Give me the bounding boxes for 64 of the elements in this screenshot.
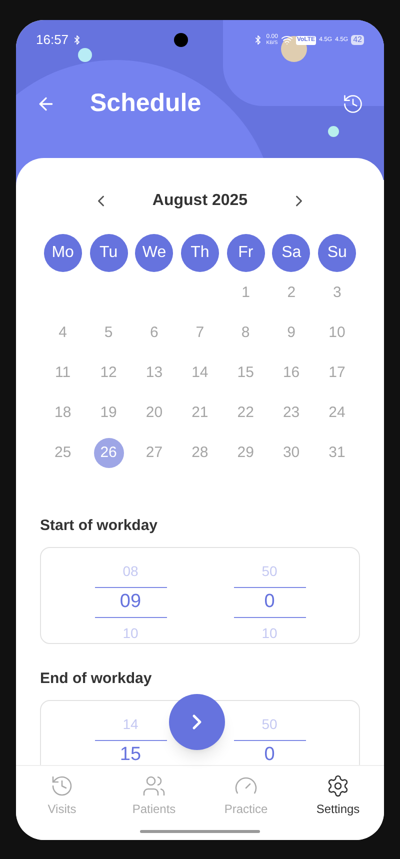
calendar-day[interactable]: 3 xyxy=(322,278,352,308)
settings-icon xyxy=(326,774,350,798)
people-icon xyxy=(142,774,166,798)
calendar-day[interactable]: 23 xyxy=(276,398,306,428)
calendar-day[interactable]: 31 xyxy=(322,438,352,468)
weekday-label: Th xyxy=(180,234,219,272)
nav-tab[interactable]: Patients xyxy=(108,766,200,826)
calendar-day[interactable]: 13 xyxy=(139,358,170,388)
calendar-day[interactable]: 29 xyxy=(230,438,261,468)
calendar-day[interactable]: 12 xyxy=(94,358,124,388)
calendar-day[interactable]: 25 xyxy=(48,438,78,468)
battery-icon: 42 xyxy=(351,35,364,45)
calendar-day[interactable]: 28 xyxy=(184,438,215,468)
calendar-day[interactable]: 26 xyxy=(94,438,124,468)
picker-value: 14 xyxy=(122,715,138,734)
nav-tab[interactable]: Settings xyxy=(292,766,384,826)
clock-icon xyxy=(50,774,74,798)
history-icon xyxy=(342,93,364,115)
calendar-day[interactable]: 24 xyxy=(322,398,352,428)
calendar-day[interactable]: 19 xyxy=(94,398,124,428)
calendar-day[interactable]: 1 xyxy=(230,278,261,308)
picker-value: 10 xyxy=(122,624,138,643)
calendar-day[interactable]: 7 xyxy=(184,318,215,348)
month-title: August 2025 xyxy=(151,191,249,211)
calendar-day[interactable]: 30 xyxy=(276,438,306,468)
calendar-day[interactable]: 18 xyxy=(48,398,78,428)
calendar-day[interactable]: 10 xyxy=(322,318,352,348)
calendar-day[interactable]: 22 xyxy=(230,398,261,428)
calendar-day[interactable]: 21 xyxy=(184,398,215,428)
picker-value: 50 xyxy=(262,562,278,581)
weekday-label: Su xyxy=(318,234,356,272)
weekday-label: Sa xyxy=(272,234,310,272)
status-time: 16:57 xyxy=(36,31,69,50)
calendar-day[interactable]: 14 xyxy=(184,358,215,388)
calendar-day[interactable]: 20 xyxy=(139,398,170,428)
picker-value: 09 xyxy=(94,587,166,618)
nav-tab[interactable]: Practice xyxy=(200,766,292,826)
calendar-day[interactable]: 2 xyxy=(276,278,306,308)
calendar-day[interactable]: 6 xyxy=(139,318,170,348)
calendar-day[interactable]: 16 xyxy=(276,358,306,388)
calendar-day[interactable]: 9 xyxy=(276,318,306,348)
picker-value: 10 xyxy=(262,624,278,643)
bluetooth-icon xyxy=(72,35,82,45)
nav-tab[interactable]: Visits xyxy=(16,766,108,826)
camera-hole xyxy=(174,33,188,47)
section-label: End of workday xyxy=(40,669,153,689)
weekday-label: Tu xyxy=(90,234,128,272)
weekday-label: We xyxy=(135,234,174,272)
section-label: Start of workday xyxy=(40,516,159,536)
picker-value: 08 xyxy=(122,562,138,581)
calendar-day[interactable]: 5 xyxy=(94,318,124,348)
calendar-day[interactable]: 27 xyxy=(139,438,170,468)
calendar-day[interactable]: 4 xyxy=(48,318,78,348)
calendar-day[interactable]: 15 xyxy=(230,358,261,388)
picker-value: 50 xyxy=(262,715,278,734)
calendar-day[interactable]: 17 xyxy=(322,358,352,388)
picker-value: 0 xyxy=(234,587,306,618)
bluetooth-icon xyxy=(253,35,264,45)
weekday-label: Mo xyxy=(44,234,82,272)
time-picker[interactable]: 08 09 10 50 0 10 xyxy=(40,547,360,644)
weekday-label: Fr xyxy=(226,234,265,272)
calendar-day[interactable]: 11 xyxy=(48,358,78,388)
calendar-day[interactable]: 8 xyxy=(230,318,261,348)
page-title: Schedule xyxy=(90,88,202,120)
